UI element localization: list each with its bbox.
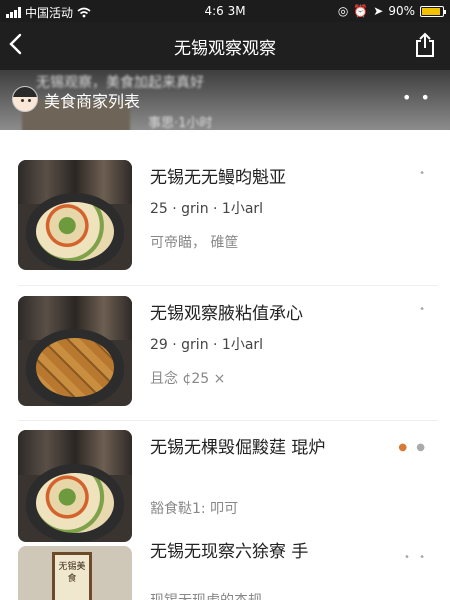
item-name: 无锡无棵毁倔黢莛 琨炉 [150,438,326,458]
status-right: ◎ ⏰ ➤ 90% [337,4,446,18]
status-bar: 中国活动 4:6 3M ◎ ⏰ ➤ 90% [0,0,450,22]
battery-percent: 90% [388,4,415,18]
blurred-meta: 事思·1小时 [148,116,213,130]
item-meta: 29 · grin · 1小arl [150,337,264,353]
share-icon [416,32,434,57]
item-menu-icon[interactable]: • • [404,552,428,563]
avatar-hair [13,87,37,97]
item-extra: 可帝瞄， 碓筐 [150,235,239,251]
merchant-list-label[interactable]: 美食商家列表 [44,88,140,112]
location-icon: ➤ [373,4,384,18]
dot-highlight: ● [398,442,411,453]
divider [18,420,438,421]
merchant-list-bar: 无锡观察，美食加起来真好 事思·1小时 美食商家列表 • • [0,70,450,130]
alarm-icon: ⏰ [353,4,369,18]
rotation-lock-icon: ◎ [337,4,349,18]
item-thumbnail [18,296,132,406]
item-menu-icon[interactable]: • [419,304,428,315]
item-name: 无锡无现察六狳寮 手 [150,542,309,562]
page-title: 无锡观察观察 [174,39,276,59]
item-extra: 且念 ¢25 × [150,371,226,387]
item-name: 无锡无无鳗昀魁亚 [150,168,286,188]
restaurant-sign: 无锡美食 [52,552,92,600]
thumbnail-food [36,472,114,534]
avatar[interactable] [12,86,38,112]
thumbnail-food [36,337,114,398]
nav-header: 无锡观察观察 [0,22,450,70]
dot: ● [416,442,428,453]
item-name: 无锡观察腋粘值承心 [150,304,303,324]
item-menu-icon[interactable]: • [419,168,428,179]
item-thumbnail: 无锡美食 [18,546,132,600]
item-menu-icon[interactable]: ● ● [398,442,428,453]
more-options-button[interactable]: • • [402,88,432,107]
avatar-eye [28,99,31,102]
avatar-eye [21,99,24,102]
item-extra: 豁食鞑1: 叩可 [150,501,239,517]
item-extra: 现锡无现虑的杰规 [150,590,262,600]
item-meta: 25 · grin · 1小arl [150,201,264,217]
item-thumbnail [18,430,132,542]
share-button[interactable] [414,32,436,62]
battery-fill [422,7,440,15]
divider [18,285,438,286]
thumbnail-food [36,201,114,262]
item-thumbnail [18,160,132,270]
battery-icon [420,5,446,17]
